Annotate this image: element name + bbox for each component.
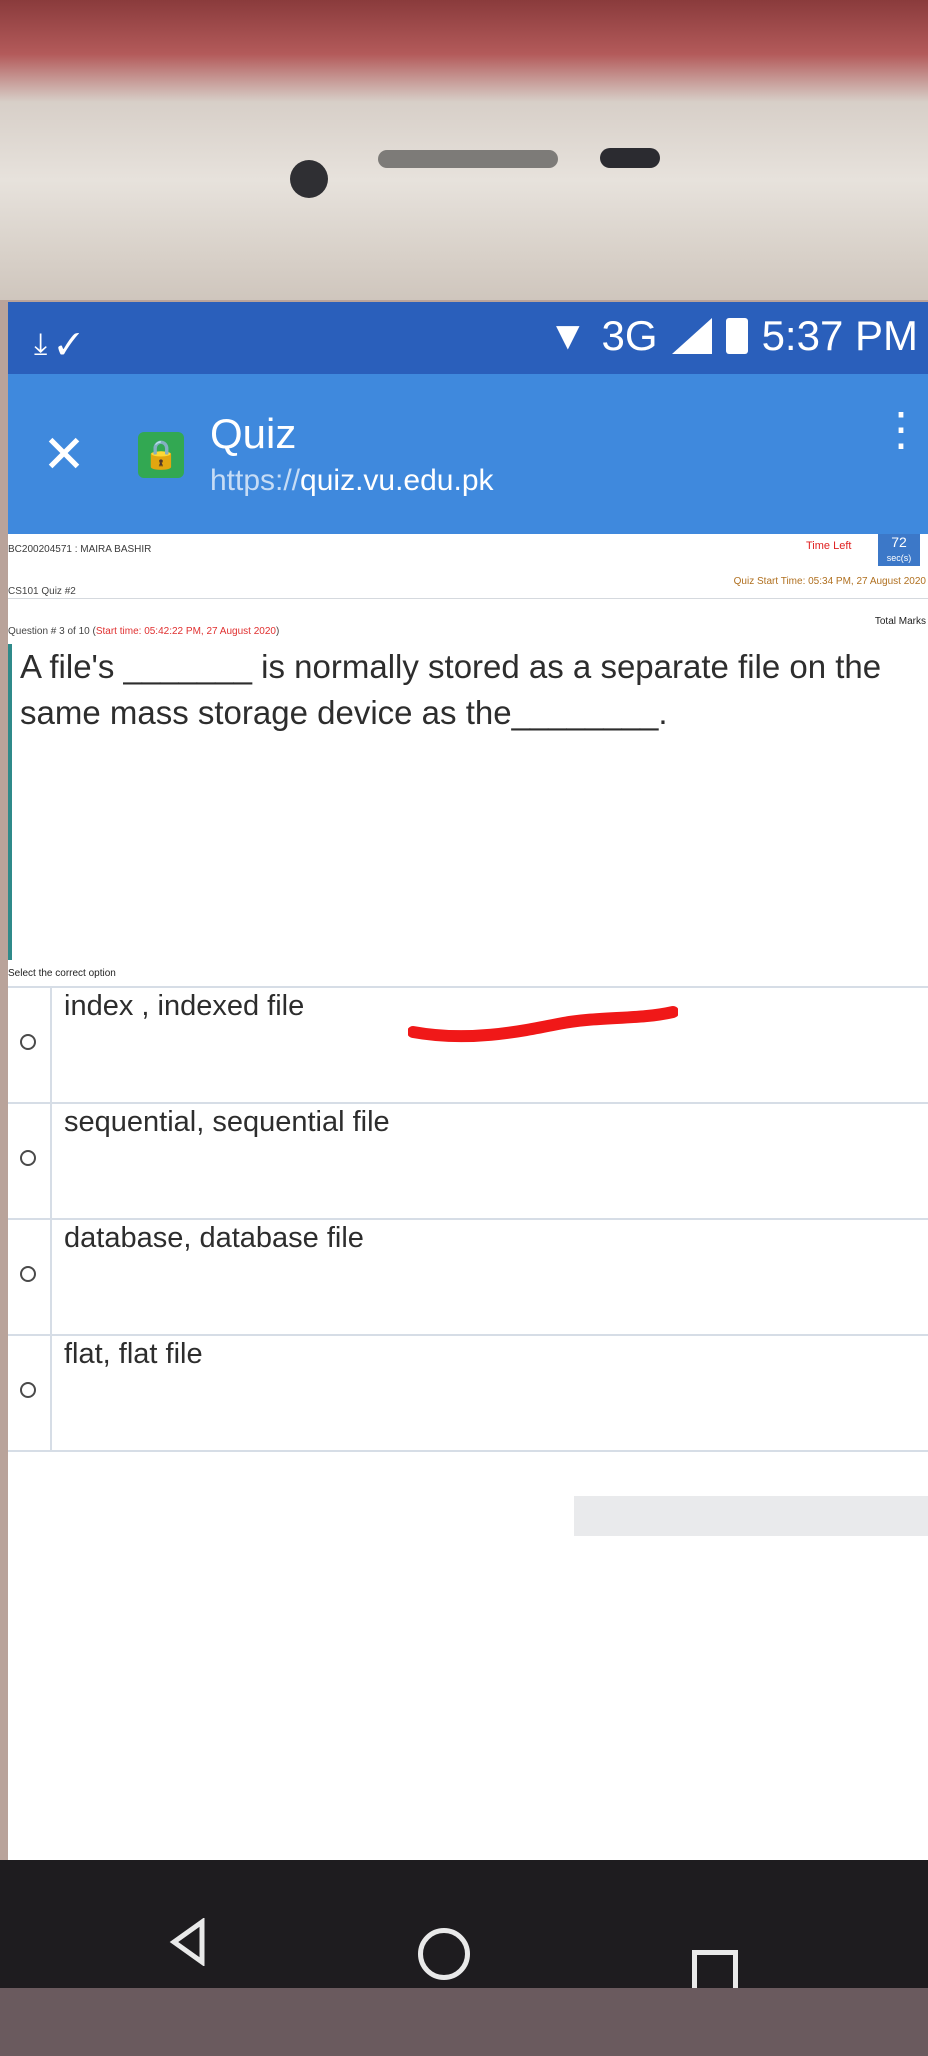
lock-icon[interactable]: 🔒 bbox=[138, 432, 184, 478]
check-icon: ✓ bbox=[57, 328, 90, 361]
option-radio-cell bbox=[8, 1220, 52, 1334]
earpiece-speaker bbox=[378, 150, 558, 168]
option-radio-cell bbox=[8, 1104, 52, 1218]
divider bbox=[8, 598, 928, 599]
status-time: 5:37 PM bbox=[761, 312, 918, 359]
option-radio[interactable] bbox=[20, 1034, 36, 1050]
wifi-icon: ▼ bbox=[547, 313, 588, 358]
question-text: A file's _______ is normally stored as a… bbox=[20, 648, 882, 731]
time-left-unit: sec(s) bbox=[886, 553, 912, 563]
option-label: flat, flat file bbox=[64, 1338, 203, 1370]
time-left-badge: 72 sec(s) bbox=[878, 534, 920, 566]
network-type: 3G bbox=[601, 312, 658, 359]
time-left-value: 72 bbox=[891, 534, 907, 550]
back-icon[interactable] bbox=[168, 1918, 208, 1966]
option-label: index , indexed file bbox=[64, 990, 305, 1022]
student-id: BC200204571 : MAIRA BASHIR bbox=[8, 544, 152, 555]
option-label: database, database file bbox=[64, 1222, 364, 1254]
question-start-time: Start time: 05:42:22 PM, 27 August 2020 bbox=[95, 626, 276, 637]
url-scheme: https:// bbox=[210, 464, 301, 497]
url-host: quiz.vu.edu.pk bbox=[300, 464, 494, 497]
option-label: sequential, sequential file bbox=[64, 1106, 390, 1138]
browser-toolbar: ✕ 🔒 Quiz https://quiz.vu.edu.pk ⋮ bbox=[8, 374, 928, 534]
option-radio[interactable] bbox=[20, 1382, 36, 1398]
option-radio[interactable] bbox=[20, 1150, 36, 1166]
notification-icons: ⤓✓ bbox=[34, 328, 90, 362]
question-info-suffix: ) bbox=[275, 626, 280, 637]
phone-bottom-edge bbox=[0, 1988, 928, 2056]
course-quiz: CS101 Quiz #2 bbox=[8, 586, 76, 597]
phone-screen: ⤓✓ ▼ 3G 5:37 PM ✕ 🔒 Quiz https://quiz.vu… bbox=[8, 302, 928, 1862]
page-url[interactable]: https://quiz.vu.edu.pk bbox=[210, 464, 494, 498]
status-right: ▼ 3G 5:37 PM bbox=[548, 312, 918, 360]
download-icon: ⤓ bbox=[34, 328, 58, 361]
option-row[interactable]: database, database file bbox=[8, 1218, 928, 1334]
question-info: Question # 3 of 10 (Start time: 05:42:22… bbox=[8, 626, 279, 637]
timer: Time Left 72 sec(s) bbox=[806, 534, 928, 566]
signal-icon bbox=[671, 318, 712, 354]
disabled-button bbox=[574, 1496, 928, 1536]
quiz-start-time: Quiz Start Time: 05:34 PM, 27 August 202… bbox=[733, 576, 926, 587]
proximity-sensor bbox=[600, 148, 660, 168]
red-underline-annotation bbox=[408, 1006, 678, 1043]
select-prompt: Select the correct option bbox=[8, 968, 116, 979]
question-panel: A file's _______ is normally stored as a… bbox=[8, 644, 928, 960]
status-bar: ⤓✓ ▼ 3G 5:37 PM bbox=[8, 302, 928, 374]
front-camera bbox=[290, 160, 328, 198]
page-title: Quiz bbox=[210, 410, 297, 457]
question-number: Question # 3 of 10 ( bbox=[8, 626, 96, 637]
battery-icon bbox=[725, 318, 748, 354]
option-row[interactable]: sequential, sequential file bbox=[8, 1102, 928, 1218]
option-row[interactable]: flat, flat file bbox=[8, 1334, 928, 1452]
option-radio-cell bbox=[8, 1336, 52, 1450]
option-radio[interactable] bbox=[20, 1266, 36, 1282]
menu-icon[interactable]: ⋮ bbox=[878, 406, 924, 452]
phone-bezel bbox=[0, 0, 928, 300]
quiz-page: BC200204571 : MAIRA BASHIR Time Left 72 … bbox=[8, 534, 928, 1862]
option-radio-cell bbox=[8, 988, 52, 1102]
time-left-label: Time Left bbox=[806, 540, 852, 552]
close-icon[interactable]: ✕ bbox=[34, 429, 94, 481]
home-icon[interactable] bbox=[418, 1928, 470, 1980]
total-marks: Total Marks bbox=[874, 616, 926, 627]
